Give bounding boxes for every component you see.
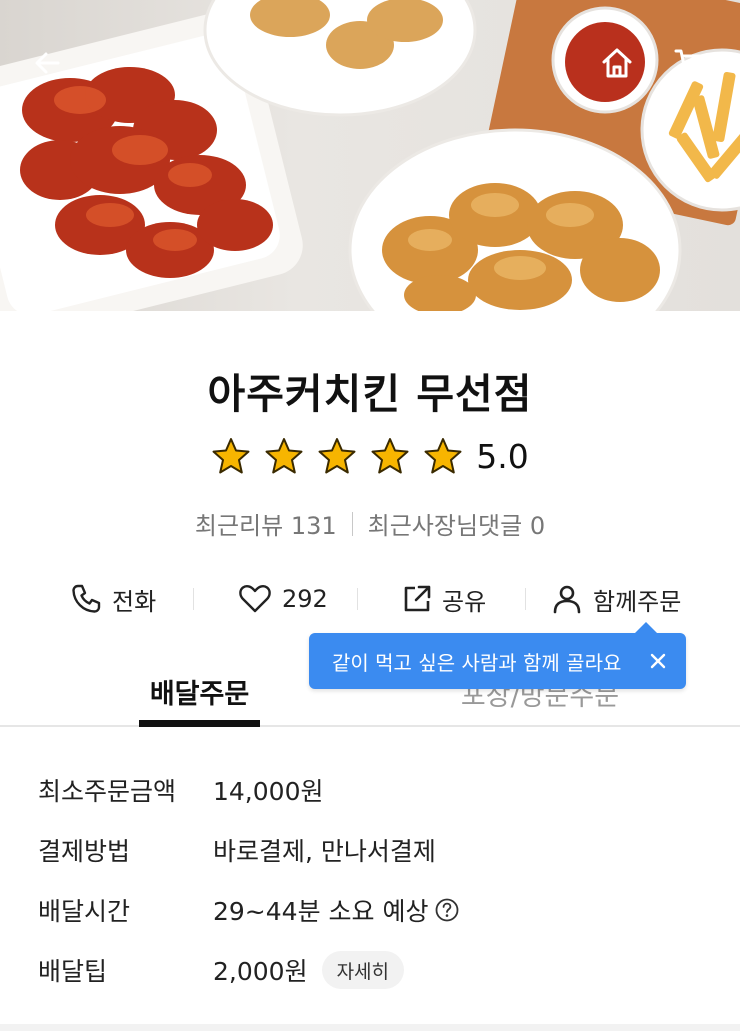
action-divider xyxy=(193,588,194,610)
rating-stars xyxy=(211,436,463,476)
delivery-info: 최소주문금액 14,000원 결제방법 바로결제, 만나서결제 배달시간 29~… xyxy=(38,760,718,1000)
action-divider xyxy=(525,588,526,610)
close-icon xyxy=(650,653,666,669)
tooltip-close-button[interactable] xyxy=(638,641,678,681)
home-icon xyxy=(602,48,632,78)
arrow-left-icon xyxy=(35,52,60,74)
home-button[interactable] xyxy=(594,40,640,86)
group-order-label: 함께주문 xyxy=(593,587,682,616)
group-order-button[interactable]: 함께주문 xyxy=(551,576,681,622)
min-order-label: 최소주문금액 xyxy=(38,777,177,806)
back-button[interactable] xyxy=(24,40,70,86)
heart-icon xyxy=(239,584,271,613)
store-rating: 5.0 xyxy=(0,436,740,476)
store-actions: 전화 292 공유 함께주문 xyxy=(0,576,740,622)
phone-icon xyxy=(72,584,101,613)
review-divider xyxy=(351,511,353,536)
person-icon xyxy=(553,585,581,614)
share-button[interactable]: 공유 xyxy=(402,576,486,622)
delivery-tip-value: 2,000원 xyxy=(213,957,308,986)
info-row-delivery-tip: 배달팁 2,000원 자세히 xyxy=(38,940,718,1000)
cart-icon xyxy=(674,49,708,79)
delivery-tip-label: 배달팁 xyxy=(38,957,108,986)
star-icon xyxy=(265,438,303,474)
section-divider xyxy=(0,1024,740,1031)
delivery-time-label: 배달시간 xyxy=(38,897,131,926)
share-icon xyxy=(404,585,431,612)
like-button[interactable]: 292 xyxy=(238,576,328,622)
review-summary: 최근리뷰 131 최근사장님댓글 0 xyxy=(0,506,740,541)
call-label: 전화 xyxy=(112,587,157,616)
group-order-tooltip: 같이 먹고 싶은 사람과 함께 골라요 xyxy=(309,622,686,689)
rating-score: 5.0 xyxy=(476,436,529,476)
star-icon xyxy=(212,438,250,474)
store-hero-image xyxy=(0,0,740,311)
info-row-min-order: 최소주문금액 14,000원 xyxy=(38,760,718,820)
star-icon xyxy=(424,438,462,474)
owner-comments-link[interactable]: 최근사장님댓글 0 xyxy=(368,506,545,541)
info-row-delivery-time: 배달시간 29~44분 소요 예상 xyxy=(38,880,718,940)
star-icon xyxy=(318,438,356,474)
action-divider xyxy=(357,588,358,610)
share-label: 공유 xyxy=(442,587,487,616)
payment-label: 결제방법 xyxy=(38,837,131,866)
like-count: 292 xyxy=(282,585,328,613)
tab-delivery[interactable]: 배달주문 xyxy=(139,660,260,727)
delivery-time-value: 29~44분 소요 예상 xyxy=(213,897,429,926)
star-icon xyxy=(371,438,409,474)
delivery-time-value-wrap: 29~44분 소요 예상 xyxy=(213,892,460,928)
min-order-value: 14,000원 xyxy=(213,777,324,806)
cart-button[interactable] xyxy=(668,40,714,86)
store-name: 아주커치킨 무선점 xyxy=(207,370,533,418)
delivery-tip-value-wrap: 2,000원 자세히 xyxy=(213,951,405,989)
delivery-tip-detail-button[interactable]: 자세히 xyxy=(321,951,405,989)
payment-value: 바로결제, 만나서결제 xyxy=(213,837,436,866)
call-button[interactable]: 전화 xyxy=(70,576,156,622)
recent-reviews-link[interactable]: 최근리뷰 131 xyxy=(195,506,337,541)
tooltip-text: 같이 먹고 싶은 사람과 함께 골라요 xyxy=(332,650,622,675)
info-row-payment: 결제방법 바로결제, 만나서결제 xyxy=(38,820,718,880)
question-circle-icon[interactable] xyxy=(434,897,460,923)
